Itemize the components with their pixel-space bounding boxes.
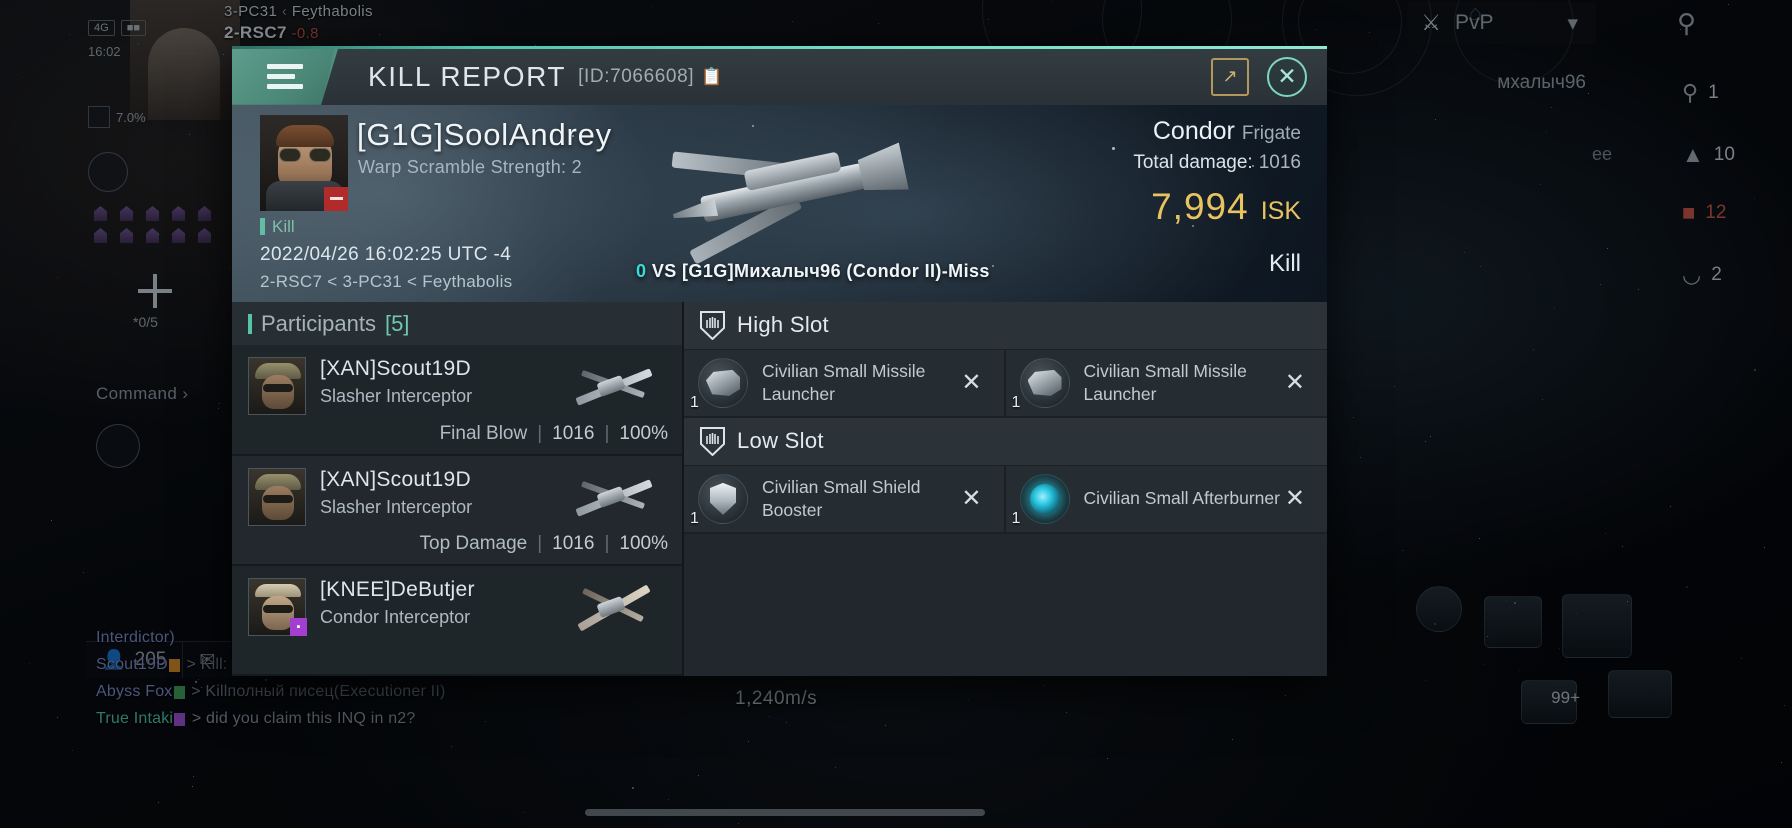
minus-badge-icon [324, 187, 348, 211]
vs-count: 0 [636, 261, 646, 281]
isk-value-row: 7,994 ISK [1133, 186, 1301, 228]
module-quantity: 1 [1012, 394, 1021, 412]
slot-title: High Slot [737, 312, 829, 338]
copy-icon[interactable]: 📋 [701, 67, 722, 87]
stat-label: Top Damage [420, 533, 528, 555]
kill-report-modal: KILL REPORT [ID:7066608] 📋 ↗ ✕ [G1G]Sool… [232, 46, 1327, 676]
vs-summary-line: 0 VS [G1G]Михалыч96 (Condor II)-Miss [636, 261, 990, 282]
page-title: KILL REPORT [368, 61, 566, 93]
slot-shield-icon [700, 427, 725, 456]
stat-percent: 100% [619, 533, 668, 555]
module-item[interactable]: 1 Civilian Small Missile Launcher ✕ [684, 350, 1006, 418]
isk-amount: 7,994 [1151, 186, 1249, 227]
module-item[interactable]: 1 Civilian Small Afterburner ✕ [1006, 466, 1328, 534]
close-x-icon[interactable]: ✕ [1267, 57, 1307, 97]
high-slot-modules: 1 Civilian Small Missile Launcher ✕ 1 Ci… [684, 350, 1327, 418]
hamburger-menu-icon [267, 64, 303, 89]
kill-hero-banner: [G1G]SoolAndrey Warp Scramble Strength: … [232, 105, 1327, 302]
ship-class: Frigate [1242, 123, 1301, 144]
participants-header: Participants [5] [232, 302, 682, 345]
module-name: Civilian Small Afterburner [1084, 487, 1280, 510]
status-label: Kill [272, 217, 295, 237]
total-damage-row: Total damage: 1016 [1133, 152, 1301, 174]
ship-row: Condor Frigate [1133, 117, 1301, 146]
slasher-ship-icon [560, 359, 664, 415]
remove-x-icon[interactable]: ✕ [1285, 487, 1305, 511]
ship-name: Condor [1153, 117, 1235, 145]
shield-booster-icon [698, 474, 748, 524]
fitting-empty-space [684, 534, 1327, 676]
condor-ship-icon [560, 580, 664, 636]
module-quantity: 1 [1012, 510, 1021, 528]
stat-damage: 1016 [552, 533, 594, 555]
stat-percent: 100% [619, 423, 668, 445]
stat-label: Final Blow [440, 423, 528, 445]
participant-stats: Top Damage | 1016 | 100% [420, 533, 669, 555]
status-badge: Kill [260, 217, 295, 237]
header-actions: ↗ ✕ [1211, 57, 1327, 97]
module-item[interactable]: 1 Civilian Small Missile Launcher ✕ [1006, 350, 1328, 418]
participants-panel: Participants [5] [XAN]Scout19D Slasher I… [232, 302, 684, 676]
missile-launcher-icon [698, 358, 748, 408]
slot-title: Low Slot [737, 428, 824, 454]
share-external-icon[interactable]: ↗ [1211, 58, 1249, 96]
total-damage-label: Total damage: [1133, 152, 1252, 173]
victim-name: [G1G]SoolAndrey [357, 117, 612, 153]
kill-summary-stats: Condor Frigate Total damage: 1016 7,994 ISK… [1133, 117, 1301, 278]
low-slot-modules: 1 Civilian Small Shield Booster ✕ 1 Civi… [684, 466, 1327, 534]
victim-avatar[interactable] [260, 115, 348, 211]
high-slot-header: High Slot [684, 302, 1327, 350]
module-name: Civilian Small Missile Launcher [762, 360, 961, 406]
kill-timestamp: 2022/04/26 16:02:25 UTC -4 [260, 244, 511, 266]
missile-launcher-icon [1020, 358, 1070, 408]
total-damage-value: 1016 [1259, 152, 1301, 173]
menu-button[interactable] [232, 49, 338, 105]
kill-location-breadcrumb: 2-RSC7 < 3-PC31 < Feythabolis [260, 272, 513, 292]
result-label: Kill [1133, 250, 1301, 278]
module-name: Civilian Small Shield Booster [762, 476, 961, 522]
modal-body: Participants [5] [XAN]Scout19D Slasher I… [232, 302, 1327, 676]
module-quantity: 1 [690, 394, 699, 412]
module-item[interactable]: 1 Civilian Small Shield Booster ✕ [684, 466, 1006, 534]
slasher-ship-icon [560, 470, 664, 526]
isk-currency: ISK [1261, 197, 1301, 225]
vs-text: VS [G1G]Михалыч96 (Condor II)-Miss [652, 261, 990, 281]
participants-count: [5] [385, 311, 409, 337]
remove-x-icon[interactable]: ✕ [961, 487, 981, 511]
report-id: [ID:7066608] [578, 66, 694, 88]
stat-damage: 1016 [552, 423, 594, 445]
remove-x-icon[interactable]: ✕ [961, 371, 981, 395]
table-row[interactable]: [XAN]Scout19D Slasher Interceptor Final … [232, 345, 682, 455]
participants-title: Participants [261, 311, 376, 337]
warp-scramble-strength: Warp Scramble Strength: 2 [358, 157, 582, 178]
modal-header: KILL REPORT [ID:7066608] 📋 ↗ ✕ [232, 49, 1327, 105]
module-quantity: 1 [690, 510, 699, 528]
module-name: Civilian Small Missile Launcher [1084, 360, 1285, 406]
low-slot-header: Low Slot [684, 418, 1327, 466]
participant-stats: Final Blow | 1016 | 100% [440, 423, 668, 445]
avatar [248, 357, 306, 415]
participant-badge-icon: ▪ [290, 618, 307, 636]
table-row[interactable]: ▪ [KNEE]DeButjer Condor Interceptor [232, 566, 682, 676]
afterburner-icon [1020, 474, 1070, 524]
sunglasses-detail [279, 148, 331, 162]
avatar [248, 468, 306, 526]
slot-shield-icon [700, 311, 725, 340]
fitting-panel: High Slot 1 Civilian Small Missile Launc… [684, 302, 1327, 676]
table-row[interactable]: [XAN]Scout19D Slasher Interceptor Top Da… [232, 456, 682, 566]
remove-x-icon[interactable]: ✕ [1285, 371, 1305, 395]
